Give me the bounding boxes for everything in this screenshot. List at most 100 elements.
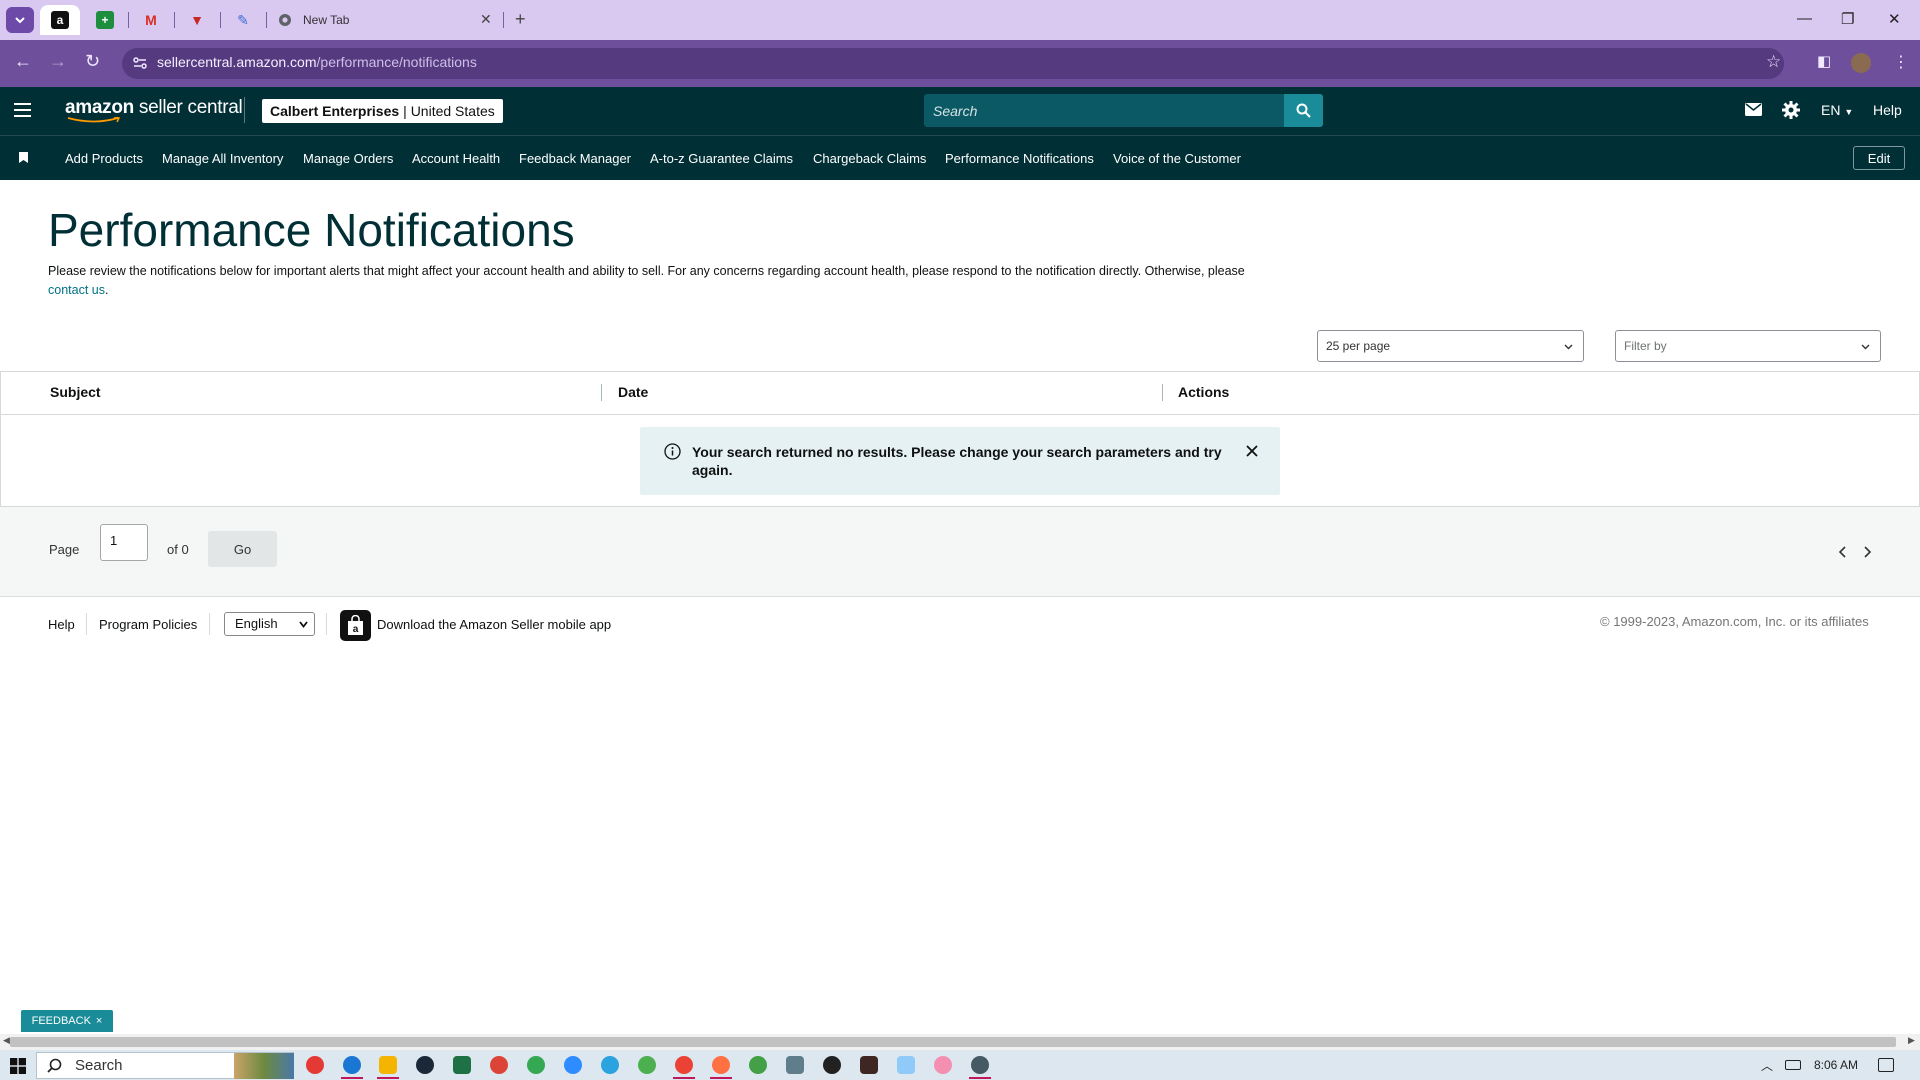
chrome-icon (276, 11, 294, 29)
search-icon (1296, 103, 1311, 118)
active-indicator (969, 1077, 991, 1079)
new-tab-icon[interactable]: + (515, 9, 526, 30)
language-label: EN (1821, 102, 1841, 118)
nav-voice-of-customer[interactable]: Voice of the Customer (1113, 151, 1241, 166)
go-button[interactable]: Go (208, 531, 277, 567)
search-input[interactable] (924, 94, 1284, 127)
feedback-button[interactable]: FEEDBACK × (21, 1010, 113, 1032)
next-page-icon[interactable] (1862, 546, 1872, 558)
file-explorer-icon[interactable] (379, 1056, 397, 1074)
edit-nav-button[interactable]: Edit (1853, 146, 1905, 170)
feedback-close-icon[interactable]: × (96, 1015, 102, 1027)
notes-icon[interactable] (897, 1056, 915, 1074)
close-window-icon[interactable]: ✕ (1888, 10, 1901, 28)
side-panel-icon[interactable]: ◧ (1817, 52, 1831, 70)
windows-start-icon[interactable] (10, 1058, 26, 1074)
url-text[interactable]: sellercentral.amazon.com/performance/not… (157, 54, 477, 70)
notification-center-icon[interactable] (1878, 1058, 1894, 1072)
chrome-profile-icon[interactable] (749, 1056, 767, 1074)
language-selector[interactable]: EN ▼ (1821, 102, 1853, 118)
nav-feedback-manager[interactable]: Feedback Manager (519, 151, 631, 166)
nav-performance-notifications[interactable]: Performance Notifications (945, 151, 1094, 166)
nav-manage-orders[interactable]: Manage Orders (303, 151, 393, 166)
search-icon (47, 1058, 62, 1073)
hamburger-menu-icon[interactable] (14, 103, 31, 117)
battery-icon[interactable] (1785, 1060, 1801, 1070)
tab-shield[interactable]: ▼ (188, 5, 210, 35)
svg-text:a: a (353, 624, 359, 635)
bookmark-star-icon[interactable]: ☆ (1766, 52, 1781, 72)
tab-pen[interactable]: ✎ (234, 5, 256, 35)
gear-icon[interactable] (1782, 101, 1800, 119)
url-path: /performance/notifications (316, 54, 477, 70)
minimize-icon[interactable]: — (1797, 10, 1812, 27)
chrome-profile-icon[interactable] (527, 1056, 545, 1074)
site-info-icon[interactable] (132, 55, 148, 71)
nav-manage-all-inventory[interactable]: Manage All Inventory (162, 151, 283, 166)
paint-icon[interactable] (934, 1056, 952, 1074)
nav-a-to-z-claims[interactable]: A-to-z Guarantee Claims (650, 151, 793, 166)
tray-chevron-up-icon[interactable]: ︿ (1761, 1057, 1773, 1074)
tab-search-button[interactable] (6, 7, 34, 33)
more-menu-icon[interactable]: ⋮ (1893, 52, 1909, 72)
avatar[interactable] (1851, 53, 1871, 73)
active-indicator (673, 1077, 695, 1079)
settings-icon[interactable] (971, 1056, 989, 1074)
bookmark-icon[interactable] (19, 152, 28, 163)
close-tab-icon[interactable]: ✕ (480, 11, 492, 28)
help-link[interactable]: Help (1873, 102, 1902, 118)
excel-icon[interactable] (453, 1056, 471, 1074)
forward-icon[interactable]: → (49, 51, 67, 72)
feedback-label: FEEDBACK (31, 1015, 91, 1027)
seller-central-logo[interactable]: amazon seller central (65, 97, 243, 119)
amazon-seller-app-icon[interactable]: a (340, 610, 371, 641)
column-divider (601, 384, 602, 401)
chrome-profile-icon[interactable] (675, 1056, 693, 1074)
column-date[interactable]: Date (618, 384, 648, 400)
footer-divider (209, 613, 210, 635)
column-subject[interactable]: Subject (50, 384, 101, 400)
program-policies-link[interactable]: Program Policies (99, 617, 197, 632)
chrome-icon[interactable] (490, 1056, 508, 1074)
scroll-right-icon[interactable]: ▶ (1908, 1035, 1915, 1046)
scrollbar-thumb[interactable] (10, 1037, 1896, 1047)
taskbar-clock[interactable]: 8:06 AM (1814, 1058, 1858, 1072)
footer-divider (326, 613, 327, 635)
chrome-profile-icon[interactable] (638, 1056, 656, 1074)
nav-add-products[interactable]: Add Products (65, 151, 143, 166)
steam-icon[interactable] (416, 1056, 434, 1074)
sticky-app-icon[interactable] (860, 1056, 878, 1074)
edge-icon[interactable] (343, 1056, 361, 1074)
reload-icon[interactable]: ↻ (85, 51, 100, 72)
scroll-left-icon[interactable]: ◀ (3, 1035, 10, 1046)
per-page-select[interactable]: 25 per page (1317, 330, 1584, 362)
tab-sheets[interactable]: + (96, 5, 118, 35)
footer-help-link[interactable]: Help (48, 617, 75, 632)
restore-icon[interactable]: ❐ (1841, 10, 1854, 28)
obs-icon[interactable] (823, 1056, 841, 1074)
tab-amazon[interactable]: a (40, 5, 80, 35)
zoom-icon[interactable] (564, 1056, 582, 1074)
mail-icon[interactable] (1745, 103, 1762, 116)
page-number-input[interactable]: 1 (100, 524, 148, 561)
download-app-link[interactable]: Download the Amazon Seller mobile app (377, 617, 611, 632)
close-icon[interactable] (1245, 444, 1259, 458)
footer-language-select[interactable]: English (224, 612, 315, 636)
nav-account-health[interactable]: Account Health (412, 151, 500, 166)
store-switcher[interactable]: Calbert Enterprises | United States (262, 99, 503, 123)
tab-gmail[interactable]: M (142, 5, 164, 35)
taskbar-search-label: Search (75, 1057, 123, 1074)
back-icon[interactable]: ← (14, 51, 32, 72)
chrome-profile-icon[interactable] (712, 1056, 730, 1074)
filter-by-select[interactable]: Filter by (1615, 330, 1881, 362)
nav-chargeback-claims[interactable]: Chargeback Claims (813, 151, 926, 166)
search-button[interactable] (1284, 94, 1323, 127)
tab-new-tab[interactable]: New Tab (276, 5, 496, 35)
telegram-icon[interactable] (601, 1056, 619, 1074)
active-indicator (377, 1077, 399, 1079)
previous-page-icon[interactable] (1838, 546, 1848, 558)
contact-us-link[interactable]: contact us (48, 283, 105, 297)
calculator-icon[interactable] (786, 1056, 804, 1074)
chevron-down-icon (1861, 344, 1870, 350)
recorder-app-icon[interactable] (306, 1056, 324, 1074)
